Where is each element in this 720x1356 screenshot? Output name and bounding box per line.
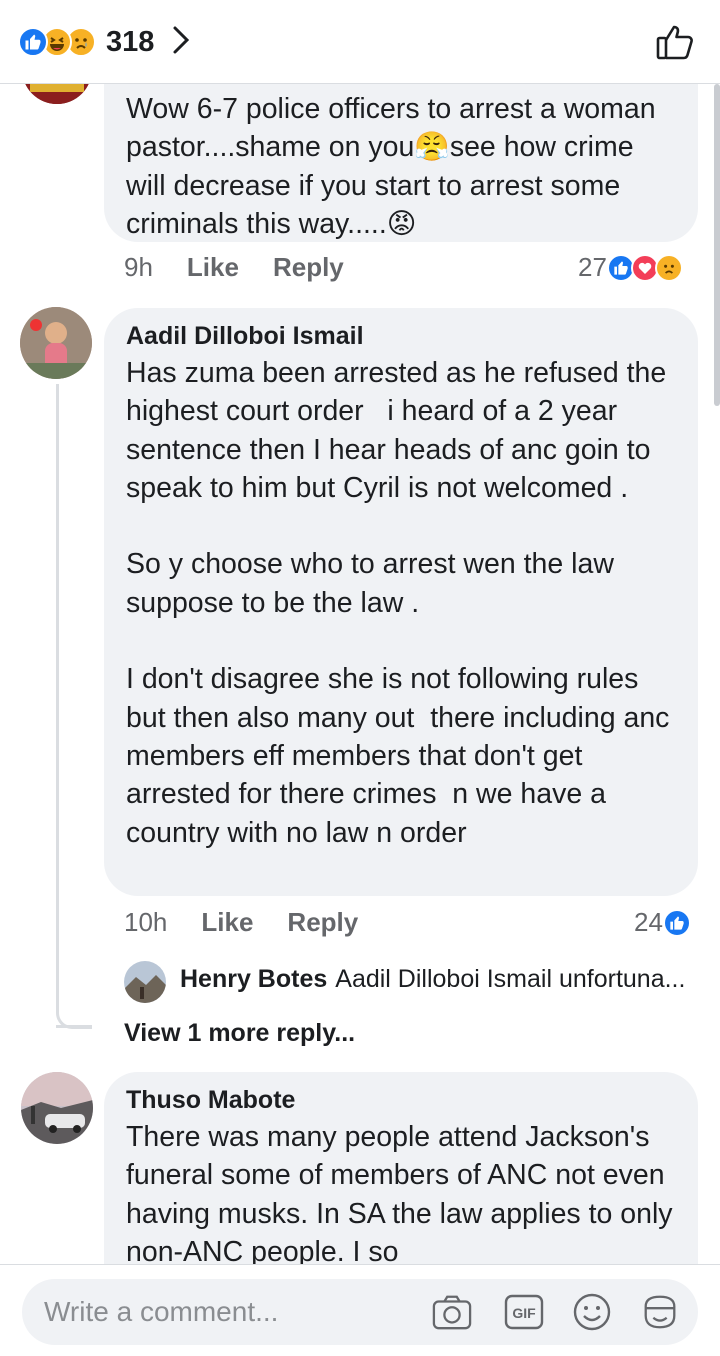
comment-time: 10h [124, 907, 168, 937]
sad-icon [654, 253, 683, 282]
thumbs-up-icon [656, 25, 693, 60]
reactions-summary[interactable]: 318 [18, 24, 190, 60]
emoji-icon[interactable] [572, 1292, 612, 1332]
chevron-right-icon [172, 25, 190, 60]
reactions-header: 318 [0, 0, 720, 84]
comment-input[interactable] [44, 1291, 424, 1333]
like-post-button[interactable] [656, 24, 694, 65]
thread-line [56, 384, 92, 1029]
sticker-icon[interactable] [640, 1292, 680, 1332]
reply-button[interactable]: Reply [273, 252, 344, 283]
reply-button[interactable]: Reply [287, 907, 358, 938]
comment-composer-bar: GIF [0, 1264, 720, 1356]
comment-author[interactable]: Thuso Mabote [126, 1082, 676, 1118]
reaction-count: 27 [578, 252, 607, 282]
comment-actions: 10h Like Reply [124, 907, 358, 938]
comment-composer[interactable]: GIF [22, 1279, 698, 1345]
like-button[interactable]: Like [201, 907, 253, 938]
avatar[interactable] [22, 84, 92, 104]
like-icon [18, 27, 48, 57]
comment-actions: 9h Like Reply [124, 252, 344, 283]
like-icon [662, 908, 691, 937]
comment-text: There was many people attend Jackson's f… [126, 1121, 681, 1264]
camera-icon[interactable] [432, 1292, 472, 1332]
gif-icon[interactable]: GIF [504, 1292, 544, 1332]
comments-feed[interactable]: Wow 6-7 police officers to arrest a woma… [0, 84, 720, 1264]
scrollbar[interactable] [714, 84, 720, 406]
comment-reactions[interactable]: 27 [578, 252, 683, 283]
avatar[interactable] [124, 961, 166, 1003]
svg-text:GIF: GIF [512, 1305, 536, 1321]
avatar[interactable] [20, 307, 92, 379]
comment-bubble: Wow 6-7 police officers to arrest a woma… [104, 84, 698, 242]
comment-text: Wow 6-7 police officers to arrest a woma… [126, 93, 664, 240]
reply-text: Aadil Dilloboi Ismail unfortuna... [335, 965, 686, 993]
avatar[interactable] [21, 1072, 93, 1144]
comment-time: 9h [124, 252, 153, 282]
reaction-count: 318 [106, 25, 155, 58]
comment-reactions[interactable]: 24 [634, 907, 691, 938]
comment-author[interactable]: Aadil Dilloboi Ismail [126, 318, 676, 354]
reply-preview[interactable]: Henry Botes Aadil Dilloboi Ismail unfort… [180, 965, 685, 994]
comment-bubble: Aadil Dilloboi Ismail Has zuma been arre… [104, 308, 698, 896]
reaction-count: 24 [634, 907, 663, 937]
comment-bubble: Thuso Mabote There was many people atten… [104, 1072, 698, 1264]
view-more-replies-link[interactable]: View 1 more reply... [124, 1019, 355, 1048]
like-button[interactable]: Like [187, 252, 239, 283]
thread-line [56, 982, 92, 1028]
reply-author: Henry Botes [180, 965, 328, 993]
comment-text: Has zuma been arrested as he refused the… [126, 357, 670, 849]
